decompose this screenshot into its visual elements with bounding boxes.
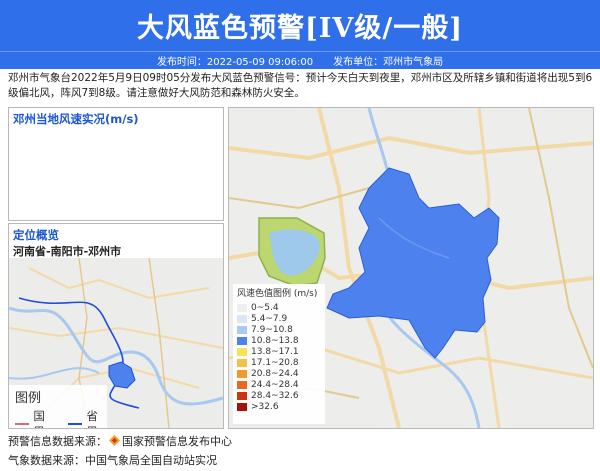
locator-panel: 定位概览 河南省-南阳市-邓州市 图例 国界 省界 — [8, 223, 224, 429]
wind-legend-item: 17.1~20.8 — [233, 357, 325, 368]
legend-item-national-border: 国界 省界 — [9, 408, 107, 428]
locator-legend: 图例 国界 省界 — [9, 385, 107, 428]
wind-legend-item: 24.4~28.4 — [233, 379, 325, 390]
wind-legend-item: >32.6 — [233, 401, 325, 412]
wind-legend-item: 7.9~10.8 — [233, 324, 325, 335]
province-border-swatch — [68, 423, 83, 425]
warning-header: 大风蓝色预警[IV级/一般] — [0, 0, 600, 51]
publisher: 发布单位：邓州市气象局 — [333, 57, 444, 68]
warning-meta-bar: 发布时间：2022-05-09 09:06:00 发布单位：邓州市气象局 — [0, 51, 600, 69]
footer-source-1: 预警信息数据来源： 国家预警信息发布中心 — [8, 435, 232, 448]
wind-legend-item: 20.8~24.4 — [233, 368, 325, 379]
warning-description: 邓州市气象台2022年5月9日09时05分发布大风蓝色预警信号：预计今天白天到夜… — [8, 72, 593, 99]
wind-legend-title: 风速色值图例 (m/s) — [237, 289, 318, 299]
warning-title: 大风蓝色预警[IV级/一般] — [137, 13, 463, 44]
footer-source-2: 气象数据来源：中国气象局全国自动站实况 — [8, 454, 217, 467]
locator-legend-title: 图例 — [15, 391, 42, 406]
publish-time: 发布时间：2022-05-09 09:06:00 — [156, 57, 314, 68]
wind-legend-item: 0~5.4 — [233, 302, 325, 313]
wind-speed-panel: 邓州当地风速实况(m/s) — [8, 107, 224, 221]
wind-legend-item: 13.8~17.1 — [233, 346, 325, 357]
main-map[interactable]: 风速色值图例 (m/s) 0~5.4 5.4~7.9 7.9~10.8 10.8… — [228, 107, 594, 429]
national-border-swatch — [15, 423, 30, 425]
locator-title: 定位概览 — [13, 228, 59, 242]
wind-legend-item: 5.4~7.9 — [233, 313, 325, 324]
wind-speed-panel-title: 邓州当地风速实况(m/s) — [13, 112, 139, 126]
wind-legend-item: 28.4~32.6 — [233, 390, 325, 401]
wind-speed-legend: 风速色值图例 (m/s) 0~5.4 5.4~7.9 7.9~10.8 10.8… — [233, 284, 325, 424]
warning-center-logo-icon — [109, 435, 120, 446]
locator-path: 河南省-南阳市-邓州市 — [13, 245, 122, 258]
wind-legend-item: 10.8~13.8 — [233, 335, 325, 346]
